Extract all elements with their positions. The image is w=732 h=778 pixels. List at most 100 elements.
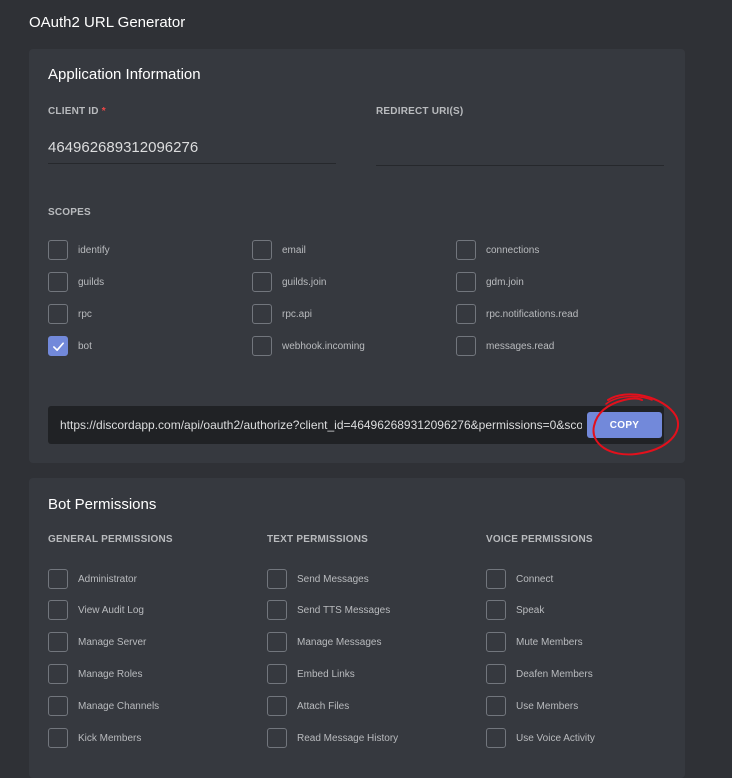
scope-rpc-api[interactable]: rpc.api: [252, 303, 312, 325]
permission-kick-members[interactable]: Kick Members: [48, 727, 141, 749]
checkbox-label: bot: [78, 340, 92, 352]
bot-permissions-card: Bot Permissions GENERAL PERMISSIONS TEXT…: [29, 478, 685, 778]
permission-manage-channels[interactable]: Manage Channels: [48, 695, 159, 717]
checkbox[interactable]: [48, 728, 68, 748]
redirect-uris-label: REDIRECT URI(S): [376, 106, 464, 117]
text-permissions-label: TEXT PERMISSIONS: [267, 534, 368, 545]
checkbox[interactable]: [456, 336, 476, 356]
checkbox-label: Attach Files: [297, 700, 350, 712]
checkbox-label: Use Members: [516, 700, 579, 712]
checkbox[interactable]: [486, 632, 506, 652]
page-title: OAuth2 URL Generator: [29, 14, 186, 31]
checkmark-icon: [52, 341, 64, 351]
checkbox[interactable]: [267, 569, 287, 589]
voice-permissions-label: VOICE PERMISSIONS: [486, 534, 593, 545]
general-permissions-label: GENERAL PERMISSIONS: [48, 534, 173, 545]
checkbox-label: Embed Links: [297, 668, 355, 680]
checkbox-label: View Audit Log: [78, 604, 144, 616]
permission-manage-roles[interactable]: Manage Roles: [48, 663, 142, 685]
bot-permissions-title: Bot Permissions: [48, 496, 157, 513]
checkbox[interactable]: [48, 696, 68, 716]
checkbox[interactable]: [48, 304, 68, 324]
oauth-url-box: https://discordapp.com/api/oauth2/author…: [48, 406, 664, 444]
copy-button[interactable]: COPY: [587, 412, 662, 438]
client-id-label: CLIENT ID *: [48, 106, 106, 117]
redirect-uris-field[interactable]: [376, 135, 664, 166]
scope-rpc[interactable]: rpc: [48, 303, 92, 325]
scope-bot[interactable]: bot: [48, 335, 92, 357]
checkbox-label: Speak: [516, 604, 545, 616]
checkbox[interactable]: [456, 240, 476, 260]
permission-attach-files[interactable]: Attach Files: [267, 695, 349, 717]
checkbox[interactable]: [486, 696, 506, 716]
permission-use-voice-activity[interactable]: Use Voice Activity: [486, 727, 595, 749]
checkbox-label: rpc.api: [282, 308, 313, 320]
checkbox[interactable]: [267, 664, 287, 684]
permission-speak[interactable]: Speak: [486, 599, 544, 621]
application-information-card: Application Information CLIENT ID * 46496…: [29, 49, 685, 463]
permission-send-tts-messages[interactable]: Send TTS Messages: [267, 599, 390, 621]
checkbox[interactable]: [48, 664, 68, 684]
checkbox[interactable]: [48, 272, 68, 292]
checkbox-label: messages.read: [486, 340, 555, 352]
checkbox[interactable]: [486, 600, 506, 620]
checkbox-label: connections: [486, 244, 540, 256]
checkbox-label: rpc.notifications.read: [486, 308, 579, 320]
permission-use-members[interactable]: Use Members: [486, 695, 578, 717]
checkbox[interactable]: [252, 336, 272, 356]
checkbox-label: Mute Members: [516, 636, 583, 648]
permission-view-audit-log[interactable]: View Audit Log: [48, 599, 144, 621]
checkbox[interactable]: [252, 240, 272, 260]
checkbox[interactable]: [456, 272, 476, 292]
permission-send-messages[interactable]: Send Messages: [267, 568, 369, 590]
oauth-url-text[interactable]: https://discordapp.com/api/oauth2/author…: [60, 406, 582, 444]
checkbox-label: Manage Roles: [78, 668, 143, 680]
checkbox-label: Administrator: [78, 573, 137, 585]
permission-embed-links[interactable]: Embed Links: [267, 663, 355, 685]
checkbox-label: Manage Server: [78, 636, 147, 648]
scope-messages-read[interactable]: messages.read: [456, 335, 554, 357]
checkbox-label: webhook.incoming: [282, 340, 365, 352]
scope-guilds-join[interactable]: guilds.join: [252, 271, 326, 293]
permission-administrator[interactable]: Administrator: [48, 568, 137, 590]
checkbox[interactable]: [252, 272, 272, 292]
checkbox[interactable]: [48, 240, 68, 260]
checkbox-label: Read Message History: [297, 732, 399, 744]
checkbox[interactable]: [267, 728, 287, 748]
checkbox-label: Connect: [516, 573, 554, 585]
checkbox[interactable]: [267, 696, 287, 716]
checkbox-label: Send Messages: [297, 573, 369, 585]
checkbox[interactable]: [486, 569, 506, 589]
permission-read-message-history[interactable]: Read Message History: [267, 727, 398, 749]
checkbox[interactable]: [267, 600, 287, 620]
checkbox[interactable]: [48, 569, 68, 589]
permission-manage-server[interactable]: Manage Server: [48, 631, 146, 653]
permission-mute-members[interactable]: Mute Members: [486, 631, 583, 653]
checkbox[interactable]: [252, 304, 272, 324]
permission-connect[interactable]: Connect: [486, 568, 553, 590]
permission-manage-messages[interactable]: Manage Messages: [267, 631, 382, 653]
checkbox[interactable]: [48, 632, 68, 652]
checkbox[interactable]: [48, 600, 68, 620]
scope-webhook-incoming[interactable]: webhook.incoming: [252, 335, 365, 357]
scopes-label: SCOPES: [48, 207, 91, 218]
scope-gdm-join[interactable]: gdm.join: [456, 271, 524, 293]
scope-connections[interactable]: connections: [456, 239, 539, 261]
checkbox-label: guilds.join: [282, 276, 327, 288]
checkbox[interactable]: [267, 632, 287, 652]
checkbox[interactable]: [456, 304, 476, 324]
checkbox-checked[interactable]: [48, 336, 68, 356]
checkbox[interactable]: [486, 728, 506, 748]
client-id-field[interactable]: 464962689312096276: [48, 133, 336, 164]
scope-rpc-notifications-read[interactable]: rpc.notifications.read: [456, 303, 578, 325]
scope-email[interactable]: email: [252, 239, 306, 261]
scope-guilds[interactable]: guilds: [48, 271, 104, 293]
permission-deafen-members[interactable]: Deafen Members: [486, 663, 593, 685]
checkbox-label: Deafen Members: [516, 668, 593, 680]
checkbox-label: Kick Members: [78, 732, 142, 744]
checkbox[interactable]: [486, 664, 506, 684]
scope-identify[interactable]: identify: [48, 239, 110, 261]
required-asterisk: *: [101, 106, 106, 117]
checkbox-label: identify: [78, 244, 110, 256]
checkbox-label: rpc: [78, 308, 92, 320]
